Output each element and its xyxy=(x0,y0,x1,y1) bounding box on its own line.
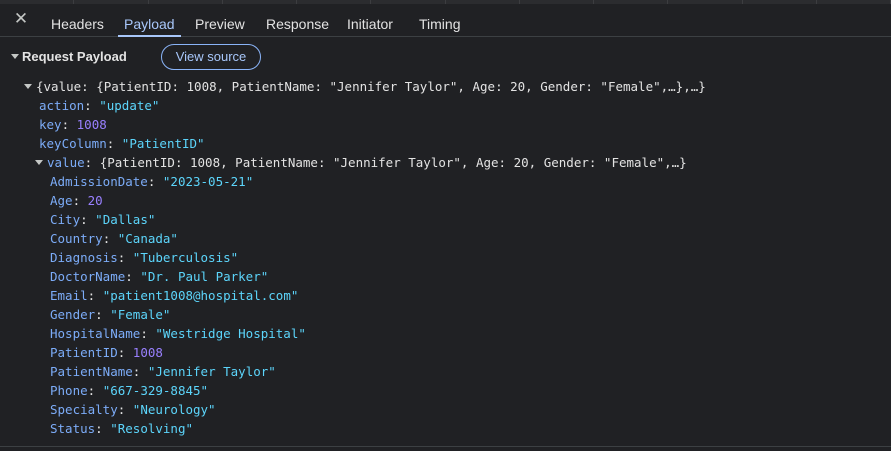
property-row: Diagnosis: "Tuberculosis" xyxy=(50,248,238,267)
separator: : xyxy=(80,212,96,227)
property-key: Phone xyxy=(50,383,88,398)
property-value: 1008 xyxy=(76,117,107,132)
property-key: AdmissionDate xyxy=(50,174,148,189)
separator: : xyxy=(84,98,100,113)
property-value: "Tuberculosis" xyxy=(132,250,239,265)
property-row: Status: "Resolving" xyxy=(50,419,193,438)
bottom-divider xyxy=(0,446,891,447)
property-value: "2023-05-21" xyxy=(162,174,254,189)
property-row: action: "update" xyxy=(39,96,159,115)
separator: : xyxy=(140,326,156,341)
property-row: HospitalName: "Westridge Hospital" xyxy=(50,324,306,343)
property-value: "Jennifer Taylor" xyxy=(147,364,276,379)
property-row: key: 1008 xyxy=(39,115,107,134)
property-row: keyColumn: "PatientID" xyxy=(39,134,205,153)
tab-headers[interactable]: Headers xyxy=(51,4,104,36)
payload-root-row[interactable]: {value: {PatientID: 1008, PatientName: "… xyxy=(24,77,706,96)
separator: : xyxy=(132,364,148,379)
section-title: Request Payload xyxy=(22,49,127,64)
property-key: keyColumn xyxy=(39,136,107,151)
property-key: City xyxy=(50,212,81,227)
tab-payload[interactable]: Payload xyxy=(118,4,181,37)
tab-timing[interactable]: Timing xyxy=(419,4,461,36)
property-row: City: "Dallas" xyxy=(50,210,155,229)
expand-triangle-icon[interactable] xyxy=(35,160,43,165)
property-row: PatientID: 1008 xyxy=(50,343,163,362)
tab-response[interactable]: Response xyxy=(266,4,329,36)
property-value: "patient1008@hospital.com" xyxy=(102,288,299,303)
property-key: Country xyxy=(50,231,103,246)
property-value: "667-329-8845" xyxy=(102,383,209,398)
value-summary: {PatientID: 1008, PatientName: "Jennifer… xyxy=(99,155,687,170)
property-value: "PatientID" xyxy=(121,136,205,151)
tab-bar: ✕ Headers Payload Preview Response Initi… xyxy=(0,4,891,37)
property-value: "Female" xyxy=(110,307,171,322)
property-value: 20 xyxy=(87,193,103,208)
property-row: PatientName: "Jennifer Taylor" xyxy=(50,362,276,381)
separator: : xyxy=(72,193,88,208)
close-icon[interactable]: ✕ xyxy=(12,10,30,28)
separator: : xyxy=(147,174,163,189)
request-payload-header[interactable]: Request Payload xyxy=(11,49,127,69)
property-key: PatientID xyxy=(50,345,118,360)
separator: : xyxy=(125,269,141,284)
separator: : xyxy=(102,231,118,246)
property-value: "update" xyxy=(99,98,160,113)
property-value: "Westridge Hospital" xyxy=(155,326,306,341)
property-key: PatientName xyxy=(50,364,133,379)
property-row: Gender: "Female" xyxy=(50,305,170,324)
property-row: Specialty: "Neurology" xyxy=(50,400,216,419)
property-key: Specialty xyxy=(50,402,118,417)
separator: : xyxy=(95,307,111,322)
separator: : xyxy=(117,250,133,265)
property-row: DoctorName: "Dr. Paul Parker" xyxy=(50,267,268,286)
property-row: Email: "patient1008@hospital.com" xyxy=(50,286,298,305)
property-value: "Dr. Paul Parker" xyxy=(140,269,269,284)
property-row: Age: 20 xyxy=(50,191,103,210)
expand-triangle-icon[interactable] xyxy=(24,84,32,89)
collapse-triangle-icon[interactable] xyxy=(11,54,19,60)
tab-initiator[interactable]: Initiator xyxy=(347,4,393,36)
property-row: Phone: "667-329-8845" xyxy=(50,381,208,400)
property-key: value xyxy=(47,155,85,170)
property-key: Gender xyxy=(50,307,96,322)
property-key: key xyxy=(39,117,62,132)
property-key: Status xyxy=(50,421,96,436)
separator: : xyxy=(87,288,103,303)
property-value: "Resolving" xyxy=(110,421,194,436)
property-key: Email xyxy=(50,288,88,303)
property-key: DoctorName xyxy=(50,269,126,284)
separator: : xyxy=(61,117,77,132)
property-value: "Neurology" xyxy=(132,402,216,417)
property-key: Age xyxy=(50,193,73,208)
property-key: Diagnosis xyxy=(50,250,118,265)
property-value: "Canada" xyxy=(117,231,178,246)
separator: : xyxy=(87,383,103,398)
tab-preview[interactable]: Preview xyxy=(195,4,245,36)
separator: : xyxy=(117,345,133,360)
value-object-row[interactable]: value: {PatientID: 1008, PatientName: "J… xyxy=(35,153,687,172)
property-value: "Dallas" xyxy=(95,212,156,227)
root-summary: {value: {PatientID: 1008, PatientName: "… xyxy=(36,79,706,94)
property-key: HospitalName xyxy=(50,326,141,341)
property-key: action xyxy=(39,98,85,113)
separator: : xyxy=(106,136,122,151)
property-row: Country: "Canada" xyxy=(50,229,178,248)
property-value: 1008 xyxy=(132,345,163,360)
view-source-button[interactable]: View source xyxy=(161,44,261,70)
property-row: AdmissionDate: "2023-05-21" xyxy=(50,172,253,191)
separator: : xyxy=(117,402,133,417)
separator: : xyxy=(95,421,111,436)
